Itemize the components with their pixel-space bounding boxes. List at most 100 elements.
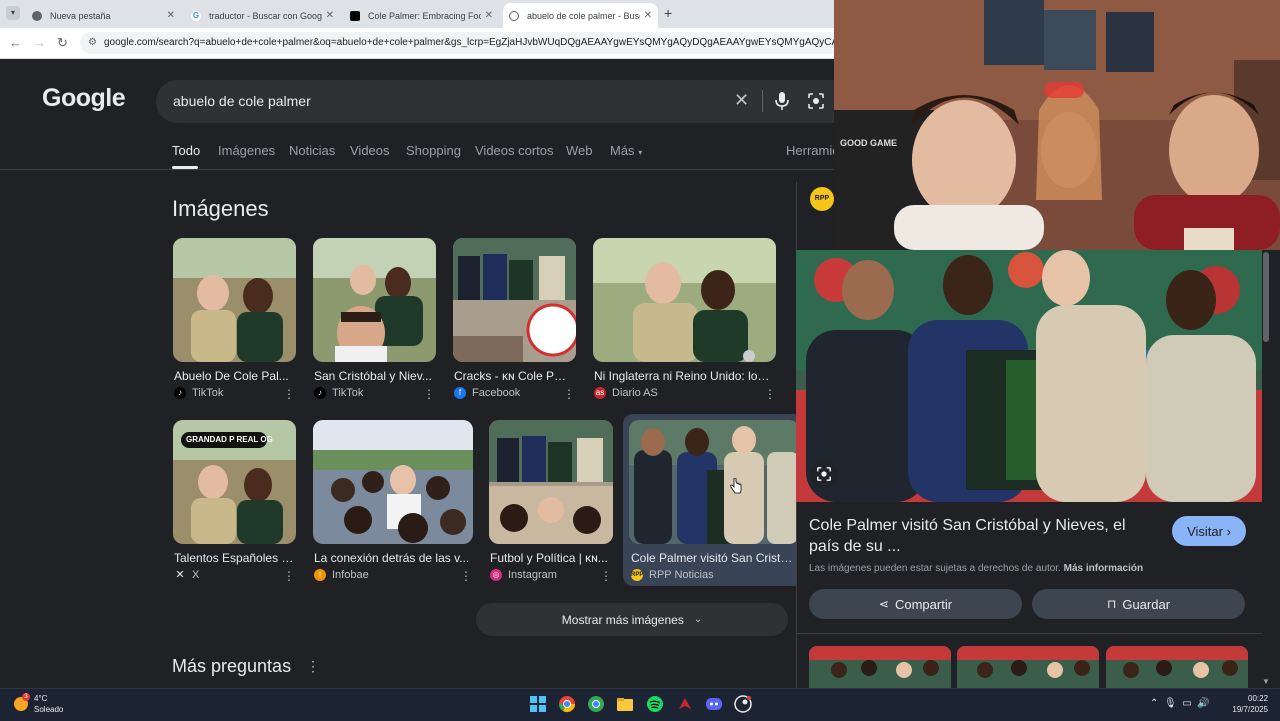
close-icon[interactable]: ✕ — [485, 10, 493, 21]
more-questions-heading: Más preguntas — [172, 656, 292, 676]
image-result-title[interactable]: La conexión detrás de las v... — [314, 551, 470, 565]
chrome-profile-icon[interactable] — [587, 695, 605, 713]
tab-noticias[interactable]: Noticias — [289, 143, 335, 158]
scrollbar-thumb[interactable] — [1263, 252, 1269, 342]
tab-mas[interactable]: Más ▾ — [610, 143, 642, 158]
image-result-2[interactable] — [313, 238, 436, 362]
tab-traductor[interactable]: G traductor - Buscar con Google ✕ — [185, 3, 340, 28]
image-result-7[interactable] — [489, 420, 613, 544]
more-options-icon[interactable]: ⋮ — [306, 658, 320, 675]
image-result-source[interactable]: ♪ TikTok — [314, 387, 363, 399]
discord-icon[interactable] — [705, 695, 723, 713]
image-result-4[interactable] — [593, 238, 776, 362]
tab-new-tab[interactable]: Nueva pestaña ✕ — [26, 3, 181, 28]
tools-button[interactable]: Herramie — [786, 143, 839, 158]
tab-cole-palmer-tiktok[interactable]: Cole Palmer: Embracing Footba ✕ — [344, 3, 499, 28]
related-image[interactable] — [1106, 646, 1248, 688]
visual-search-button[interactable] — [810, 460, 838, 488]
search-input[interactable]: abuelo de cole palmer — [173, 93, 311, 109]
image-result-6[interactable] — [313, 420, 473, 544]
network-icon[interactable]: ▭ — [1182, 698, 1191, 709]
image-result-source[interactable]: ♪ TikTok — [174, 387, 223, 399]
tab-web[interactable]: Web — [566, 143, 593, 158]
clock-time[interactable]: 00:22 — [1248, 694, 1268, 703]
search-box[interactable]: abuelo de cole palmer ✕ — [156, 80, 856, 123]
new-tab-button[interactable]: + — [664, 5, 672, 21]
image-result-source[interactable]: f Facebook — [454, 387, 520, 399]
chrome-icon[interactable] — [558, 695, 576, 713]
tab-videos[interactable]: Videos — [350, 143, 390, 158]
related-image[interactable] — [957, 646, 1099, 688]
site-info-icon[interactable]: ⚙ — [88, 37, 99, 48]
weather-temperature[interactable]: 4°C — [34, 694, 47, 703]
tab-todo[interactable]: Todo — [172, 143, 200, 158]
image-result-title[interactable]: San Cristóbal y Niev... — [314, 369, 432, 383]
image-result-title[interactable]: Cracks - ᴋɴ Cole Pal... — [454, 369, 572, 383]
share-button[interactable]: ⋖ Compartir — [809, 589, 1022, 619]
address-bar[interactable]: ⚙ google.com/search?q=abuelo+de+cole+pal… — [80, 32, 840, 54]
rpp-logo[interactable]: RPP — [810, 187, 834, 211]
image-result-8[interactable] — [629, 420, 799, 544]
clear-icon[interactable]: ✕ — [734, 90, 749, 111]
image-result-title[interactable]: Talentos Españoles /... — [174, 551, 294, 565]
more-options-icon[interactable]: ⋮ — [600, 569, 612, 583]
image-result-1[interactable] — [173, 238, 296, 362]
more-options-icon[interactable]: ⋮ — [423, 387, 435, 401]
image-result-source[interactable]: RPP RPP Noticias — [631, 569, 714, 581]
spotify-icon[interactable] — [646, 695, 664, 713]
file-explorer-icon[interactable] — [616, 695, 634, 713]
image-result-source[interactable]: as Diario AS — [594, 387, 658, 399]
preview-title[interactable]: Cole Palmer visitó San Cristóbal y Nieve… — [809, 515, 1159, 557]
windows-icon[interactable] — [529, 695, 547, 713]
image-result-source[interactable]: ◎ Instagram — [490, 569, 557, 581]
tab-mas-label: Más — [610, 143, 635, 158]
notification-badge: 3 — [22, 693, 30, 701]
source-name: TikTok — [332, 387, 364, 399]
more-options-icon[interactable]: ⋮ — [283, 387, 295, 401]
image-result-title[interactable]: Futbol y Política | ᴋɴ... — [490, 551, 608, 565]
chevron-up-icon[interactable]: ⌃ — [1150, 698, 1158, 709]
image-result-title[interactable]: Abuelo De Cole Pal... — [174, 369, 292, 383]
visit-button[interactable]: Visitar › — [1172, 516, 1246, 546]
clock-date[interactable]: 19/7/2025 — [1228, 705, 1268, 714]
image-result-source[interactable]: i Infobae — [314, 569, 369, 581]
tab-search-button[interactable]: ▾ — [6, 6, 20, 20]
tab-abuelo-search[interactable]: abuelo de cole palmer - Busca ✕ — [503, 3, 658, 28]
volume-icon[interactable]: 🔊 — [1197, 698, 1209, 709]
more-options-icon[interactable]: ⋮ — [460, 569, 472, 583]
image-result-title[interactable]: Ni Inglaterra ni Reino Unido: los ... — [594, 369, 774, 383]
image-result-5[interactable]: GRANDAD P REAL OG — [173, 420, 296, 544]
image-result-title[interactable]: Cole Palmer visitó San Cristóba — [631, 551, 795, 565]
google-logo[interactable]: Google — [42, 84, 126, 113]
close-icon[interactable]: ✕ — [644, 10, 652, 21]
steam-icon[interactable] — [734, 695, 752, 713]
panel-scrollbar[interactable] — [1262, 250, 1270, 688]
forward-icon[interactable]: → — [33, 35, 46, 50]
infobae-icon: i — [314, 569, 326, 581]
more-options-icon[interactable]: ⋮ — [563, 387, 575, 401]
more-info-link[interactable]: Más información — [1064, 563, 1143, 574]
microphone-icon[interactable] — [773, 91, 791, 111]
preview-photo — [796, 250, 1262, 502]
more-options-icon[interactable]: ⋮ — [764, 387, 776, 401]
game-app-icon[interactable] — [676, 695, 694, 713]
save-button[interactable]: ⊓ Guardar — [1032, 589, 1245, 619]
tab-shopping[interactable]: Shopping — [406, 143, 461, 158]
related-image[interactable] — [809, 646, 951, 688]
tab-videos-cortos[interactable]: Videos cortos — [475, 143, 554, 158]
show-more-images-button[interactable]: Mostrar más imágenes ⌄ — [476, 603, 788, 636]
lens-icon[interactable] — [807, 92, 825, 110]
reload-icon[interactable]: ↻ — [57, 35, 68, 51]
tab-imagenes[interactable]: Imágenes — [218, 143, 275, 158]
more-options-icon[interactable]: ⋮ — [283, 569, 295, 583]
image-result-3[interactable] — [453, 238, 576, 362]
weather-description[interactable]: Soleado — [34, 705, 63, 714]
result-photo — [629, 420, 799, 544]
preview-image[interactable] — [796, 250, 1262, 502]
image-result-source[interactable]: ✕ X — [174, 569, 199, 581]
close-icon[interactable]: ✕ — [167, 10, 175, 21]
close-icon[interactable]: ✕ — [326, 10, 334, 21]
back-icon[interactable]: ← — [9, 35, 22, 50]
microphone-icon[interactable]: 🎙 — [1164, 698, 1177, 709]
scroll-down-arrow-icon[interactable]: ▼ — [1262, 677, 1270, 686]
